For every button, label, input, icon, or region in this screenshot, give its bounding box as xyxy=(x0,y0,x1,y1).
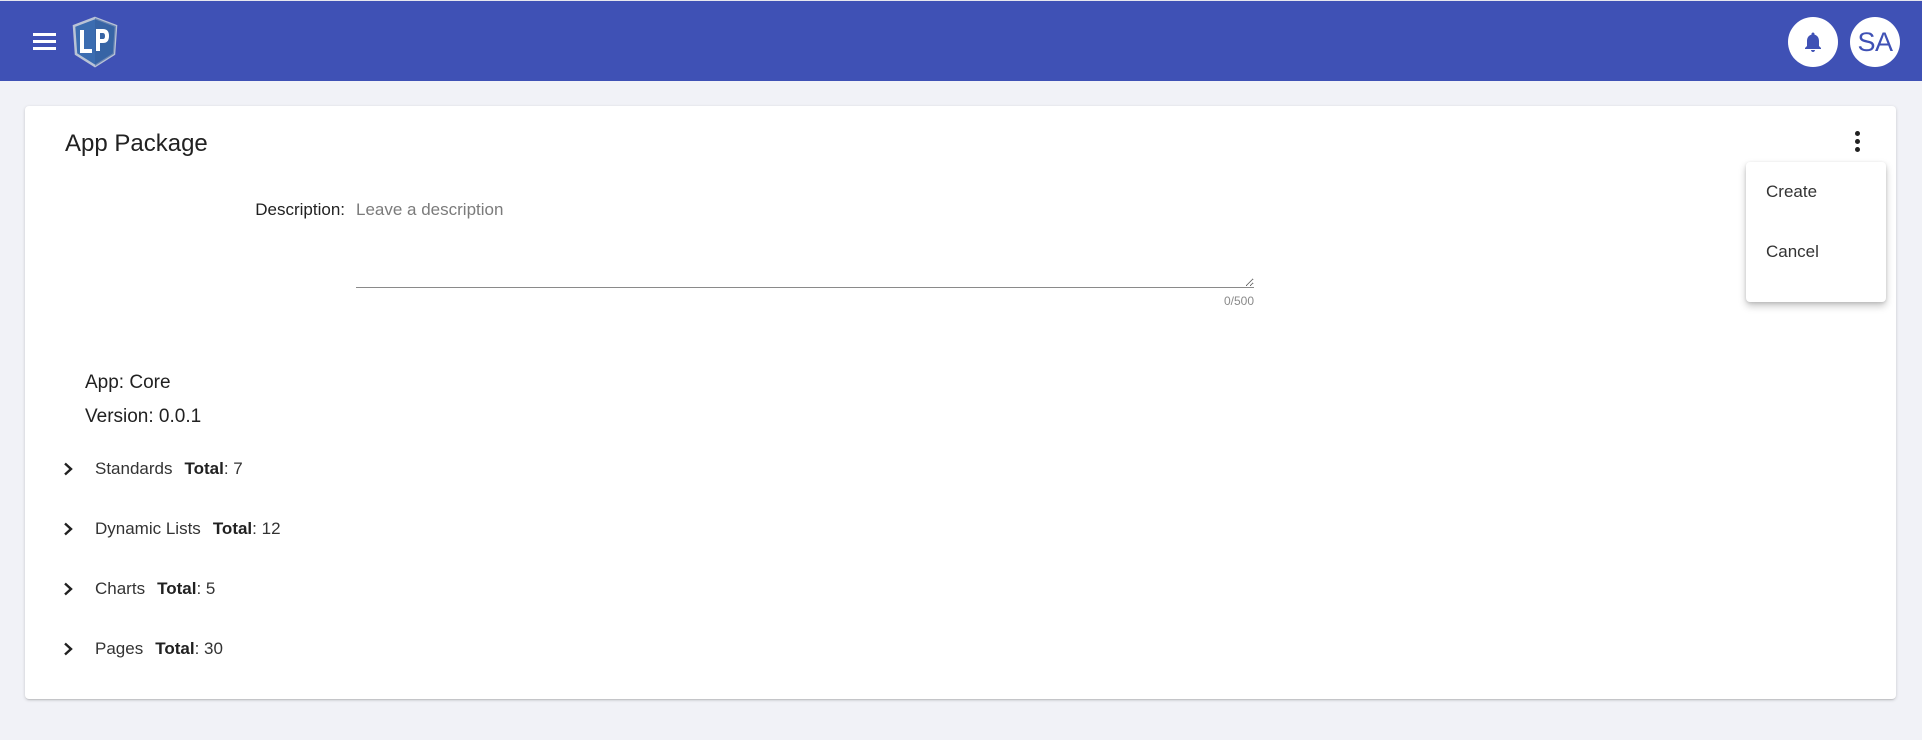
section-charts[interactable]: Charts Total : 5 xyxy=(59,572,215,606)
bell-icon xyxy=(1805,32,1821,52)
section-pages[interactable]: Pages Total : 30 xyxy=(59,632,223,666)
actions-menu: Create Cancel xyxy=(1746,162,1886,302)
total-key: Total xyxy=(157,579,197,598)
app-package-card: App Package Description: 0/500 App: Core… xyxy=(25,106,1896,699)
total-value: : 7 xyxy=(223,459,243,478)
menu-item-create[interactable]: Create xyxy=(1746,172,1886,232)
description-label: Description: xyxy=(255,200,345,219)
total-key: Total xyxy=(184,459,224,478)
chevron-right-icon xyxy=(59,520,77,538)
app-label: App: Core xyxy=(85,372,171,393)
chevron-right-icon xyxy=(59,640,77,658)
description-field-wrapper: 0/500 xyxy=(356,192,1254,309)
total-value: : 5 xyxy=(196,579,216,598)
section-name: Charts xyxy=(95,579,146,598)
section-name: Dynamic Lists xyxy=(95,519,201,538)
description-input[interactable] xyxy=(356,192,1254,288)
total-key: Total xyxy=(155,639,195,658)
chevron-right-icon xyxy=(59,460,77,478)
section-standards[interactable]: Standards Total : 7 xyxy=(59,452,243,486)
more-vertical-icon xyxy=(1854,130,1860,136)
section-dynamic-lists[interactable]: Dynamic Lists Total : 12 xyxy=(59,512,281,546)
more-vertical-dot xyxy=(1854,138,1860,144)
app-logo[interactable] xyxy=(70,16,120,68)
page-title: App Package xyxy=(65,130,208,157)
character-counter: 0/500 xyxy=(1223,294,1254,308)
top-app-bar: SA xyxy=(0,0,1922,81)
menu-item-cancel[interactable]: Cancel xyxy=(1746,232,1886,292)
section-name: Pages xyxy=(95,639,144,658)
total-value: : 12 xyxy=(252,519,281,538)
user-avatar[interactable]: SA xyxy=(1850,17,1900,67)
more-vertical-dot xyxy=(1854,146,1860,152)
menu-button[interactable] xyxy=(28,27,62,57)
hamburger-line xyxy=(33,40,56,43)
version-label: Version: 0.0.1 xyxy=(85,406,202,427)
hamburger-line xyxy=(33,47,56,50)
hamburger-menu-icon xyxy=(33,33,56,36)
more-options-button[interactable] xyxy=(1845,126,1869,156)
section-name: Standards xyxy=(95,459,173,478)
chevron-right-icon xyxy=(59,580,77,598)
total-key: Total xyxy=(212,519,253,538)
total-value: : 30 xyxy=(194,639,223,658)
notifications-button[interactable] xyxy=(1788,17,1838,67)
